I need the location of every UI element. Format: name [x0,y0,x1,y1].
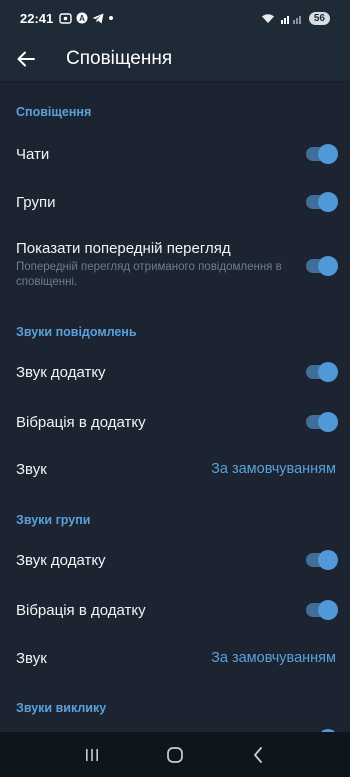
settings-list: Сповіщення Чати Групи Показати попередні… [0,82,350,732]
toggle-knob [318,144,338,164]
toggle-knob [318,412,338,432]
home-icon [167,746,183,763]
group-app-vibration-toggle[interactable] [306,600,338,620]
app-bar: Сповіщення [0,36,350,82]
recent-apps-button[interactable] [72,740,112,770]
svg-text:A: A [79,14,85,23]
app-sound-toggle[interactable] [306,362,338,382]
system-nav-bar [0,732,350,777]
home-button[interactable] [155,740,195,770]
sound-value: За замовчуванням [211,461,336,477]
signal-icon [280,15,301,24]
section-header-group-sounds: Звуки групи [16,513,91,527]
recent-apps-icon [85,748,98,761]
group-sound-value: За замовчуванням [211,650,336,666]
toggle-knob [318,192,338,212]
row-label: Звук [16,460,47,478]
status-right-icons: 56 [261,11,330,25]
row-label: Вібрація в додатку [16,601,146,619]
page-title: Сповіщення [66,47,173,69]
row-label: Звук додатку [16,363,106,381]
group-app-sound-toggle[interactable] [306,550,338,570]
row-label: Звук [16,649,47,667]
system-back-button[interactable] [238,740,278,770]
row-app-sound[interactable]: Звук додатку [0,352,350,392]
row-label: Звук додатку [16,551,106,569]
app-vibration-toggle[interactable] [306,412,338,432]
chats-toggle[interactable] [306,144,338,164]
toggle-knob [318,550,338,570]
app-notification-icon: A [76,12,88,24]
groups-toggle[interactable] [306,192,338,212]
row-label: Групи [16,193,56,211]
row-group-app-sound[interactable]: Звук додатку [0,540,350,580]
status-left-icons: A [59,12,114,24]
section-header-call-sounds: Звуки виклику [16,701,107,715]
row-groups[interactable]: Групи [0,182,350,222]
screen-record-icon [59,12,72,24]
wifi-icon [261,13,274,23]
row-sound[interactable]: Звук За замовчуванням [0,449,350,489]
preview-toggle[interactable] [306,256,338,276]
status-bar: 22:41 A 56 [0,0,350,36]
row-app-vibration[interactable]: Вібрація в додатку [0,402,350,442]
back-button[interactable] [0,36,52,82]
row-chats[interactable]: Чати [0,134,350,174]
toggle-knob [318,600,338,620]
row-group-sound[interactable]: Звук За замовчуванням [0,638,350,678]
row-label: Вібрація в додатку [16,413,146,431]
row-sublabel: Попередній перегляд отриманого повідомле… [16,261,282,288]
battery-indicator: 56 [308,11,330,25]
section-header-message-sounds: Звуки повідомлень [16,325,137,339]
telegram-icon [92,13,104,23]
row-preview[interactable]: Показати попередній перегляд Попередній … [0,232,350,296]
row-label: Чати [16,145,50,163]
status-time: 22:41 [20,10,54,26]
section-header-notifications: Сповіщення [16,105,92,119]
row-group-app-vibration[interactable]: Вібрація в додатку [0,590,350,630]
toggle-knob [318,256,338,276]
chevron-left-icon [254,746,263,763]
row-label: Показати попередній перегляд [16,240,231,257]
toggle-knob [318,362,338,382]
back-arrow-icon [17,51,35,66]
dot-icon [109,16,114,20]
